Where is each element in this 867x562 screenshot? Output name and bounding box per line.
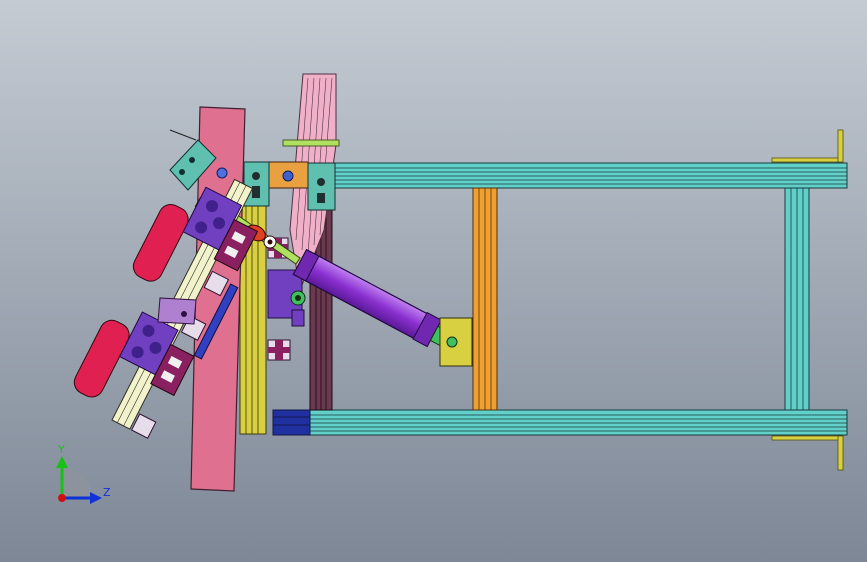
z-axis-label: Z — [103, 486, 111, 499]
frame-bottom-rail[interactable] — [309, 409, 848, 436]
viewport-background — [0, 0, 867, 562]
top-center-bracket[interactable] — [267, 161, 309, 189]
triad-origin — [58, 494, 66, 502]
bottom-rail-end-cap[interactable] — [272, 409, 311, 436]
y-axis-label: Y — [57, 443, 65, 456]
frame-middle-upright[interactable] — [472, 187, 498, 411]
cad-viewport[interactable]: Y Z — [0, 0, 867, 562]
frame-top-rail[interactable] — [329, 162, 848, 189]
frame-right-upright[interactable] — [784, 187, 810, 411]
profile-end-connector[interactable] — [267, 339, 291, 361]
cylinder-rear-bracket[interactable] — [439, 317, 473, 367]
teal-bracket-left[interactable] — [243, 161, 270, 207]
teal-bracket-right[interactable] — [307, 162, 336, 211]
gripper-mount-tab[interactable] — [157, 297, 197, 325]
cad-assembly-drawing[interactable]: Y Z — [0, 0, 867, 562]
cylinder-pivot-mount[interactable] — [267, 269, 306, 327]
